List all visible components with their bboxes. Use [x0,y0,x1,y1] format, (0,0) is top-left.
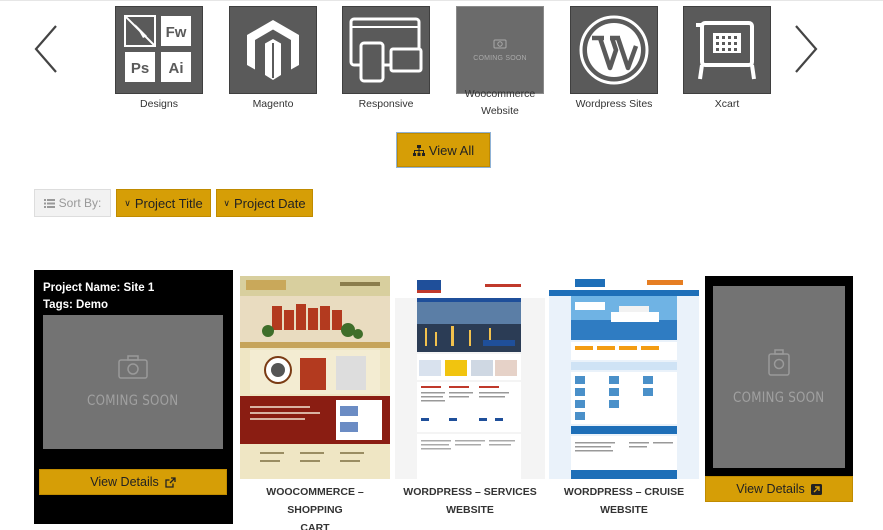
svg-text:Ai: Ai [169,60,184,77]
chevron-down-icon: ∨ [124,197,131,208]
list-icon [43,198,55,208]
carousel-prev-button[interactable] [32,24,62,74]
category-label: Magento [252,98,294,110]
category-label: Xcart [714,98,740,110]
coming-soon-text: COMING SOON [87,393,179,409]
project-meta: Project Name: Site 1 Tags: Demo [43,280,154,314]
magento-icon [229,6,317,94]
project-card-coming-soon[interactable]: COMING SOON View Details [705,276,853,502]
top-divider [0,0,883,1]
responsive-devices-icon [342,6,430,94]
category-wordpress[interactable]: Wordpress Sites [569,6,659,113]
project-tags: Tags: Demo [43,299,108,311]
camera-icon [118,355,148,379]
category-responsive[interactable]: Responsive [341,6,431,113]
category-woocommerce[interactable]: COMING SOON Woocommerce Website [455,6,545,120]
coming-soon-thumbnail: COMING SOON [456,6,544,94]
coming-soon-text: COMING SOON [473,55,527,62]
category-label: Designs [140,98,178,110]
project-thumbnail-cruise-website[interactable] [549,276,699,479]
chevron-left-icon [34,25,57,73]
category-label: Wordpress Sites [575,98,653,110]
svg-text:Fw: Fw [166,24,187,41]
view-details-button[interactable]: View Details [39,469,227,495]
coming-soon-thumbnail: COMING SOON [43,315,223,449]
external-link-square-icon [810,483,822,495]
coming-soon-thumbnail: COMING SOON [713,286,845,468]
designs-icon: Fw Ps Ai [115,6,203,94]
sort-project-date-button[interactable]: ∨ Project Date [216,189,313,217]
sort-by-label: Sort By: [34,189,111,217]
category-magento[interactable]: Magento [228,6,318,113]
camera-icon [493,39,507,49]
sitemap-icon [412,144,425,156]
project-thumbnail-services-website[interactable] [395,276,545,479]
project-title[interactable]: WOOCOMMERCE – SHOPPING CART [240,483,390,530]
project-thumbnail-shopping-cart[interactable] [240,276,390,479]
category-label: Woocommerce Website [464,88,536,117]
chevron-right-icon [795,25,818,73]
sort-project-title-button[interactable]: ∨ Project Title [116,189,211,217]
cart-icon [683,6,771,94]
view-all-label: View All [428,142,475,158]
svg-text:Ps: Ps [131,60,149,77]
category-xcart[interactable]: Xcart [682,6,772,113]
category-designs[interactable]: Fw Ps Ai Designs [114,6,204,113]
external-link-icon [165,476,176,488]
view-all-button[interactable]: View All [397,133,490,167]
project-name: Project Name: Site 1 [43,282,155,294]
category-label: Responsive [358,98,414,110]
wordpress-icon [570,6,658,94]
project-title[interactable]: WORDPRESS – SERVICES WEBSITE [395,483,545,519]
project-title[interactable]: WORDPRESS – CRUISE WEBSITE [549,483,699,519]
carousel-next-button[interactable] [790,24,820,74]
chevron-down-icon: ∨ [223,197,231,208]
camera-icon [768,349,790,376]
view-details-button[interactable]: View Details [705,476,853,502]
coming-soon-text: COMING SOON [733,390,825,406]
project-card-site-1[interactable]: Project Name: Site 1 Tags: Demo COMING S… [34,270,233,524]
